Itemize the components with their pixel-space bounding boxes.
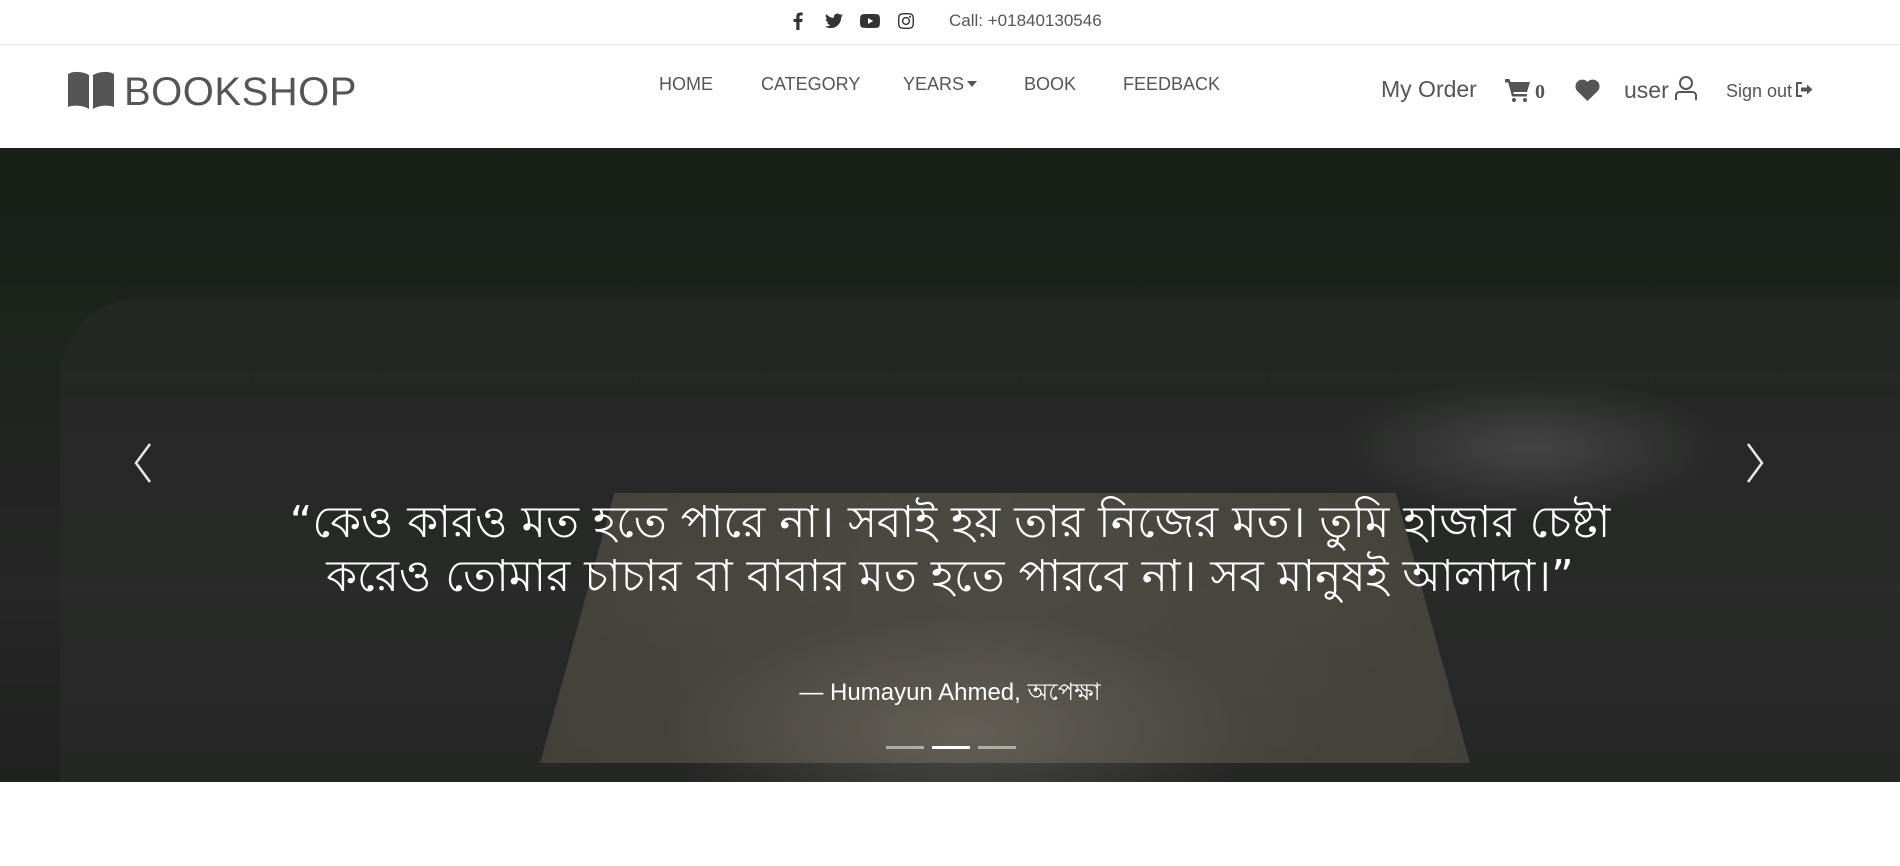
cart-count: 0 (1535, 81, 1545, 103)
chevron-left-icon (134, 443, 152, 483)
carousel-indicator[interactable] (978, 746, 1016, 749)
hero-quote: “কেও কারও মত হতে পারে না। সবাই হয় তার ন… (289, 497, 1611, 602)
social-links (780, 9, 924, 33)
user-label: user (1624, 77, 1669, 103)
top-bar: Call: +01840130546 (0, 0, 1900, 45)
nav-category[interactable]: CATEGORY (761, 74, 860, 95)
nav-feedback[interactable]: FEEDBACK (1123, 74, 1220, 95)
carousel-indicators (886, 746, 1024, 749)
nav-years[interactable]: YEARS (903, 74, 978, 95)
call-text: Call: +01840130546 (949, 11, 1102, 30)
chevron-right-icon (1746, 443, 1764, 483)
sign-out-icon (1796, 81, 1813, 102)
brand-name: BOOKSHOP (124, 70, 357, 114)
user-menu[interactable]: user (1624, 76, 1697, 105)
heart-icon (1575, 79, 1600, 106)
cart-button[interactable]: 0 (1505, 78, 1545, 107)
youtube-icon[interactable] (852, 9, 888, 33)
caret-down-icon (967, 81, 978, 87)
nav-home[interactable]: HOME (659, 74, 713, 95)
carousel-indicator[interactable] (932, 746, 970, 749)
nav-years-label: YEARS (903, 74, 965, 94)
twitter-icon[interactable] (816, 9, 852, 33)
carousel-next-button[interactable] (1736, 438, 1776, 488)
signout-link[interactable]: Sign out (1726, 81, 1813, 102)
hero-carousel: “কেও কারও মত হতে পারে না। সবাই হয় তার ন… (0, 148, 1900, 782)
nav-book[interactable]: BOOK (1024, 74, 1076, 95)
facebook-icon[interactable] (780, 9, 816, 33)
carousel-indicator[interactable] (886, 746, 924, 749)
brand-logo[interactable]: BOOKSHOP (68, 70, 357, 115)
signout-label: Sign out (1726, 81, 1793, 101)
instagram-icon[interactable] (888, 9, 924, 33)
cart-icon (1505, 78, 1531, 107)
open-book-icon (68, 71, 114, 114)
hero-quote-author: — Humayun Ahmed, অপেক্ষা (799, 679, 1101, 706)
user-icon (1674, 76, 1697, 105)
wishlist-button[interactable] (1575, 79, 1600, 106)
my-order-link[interactable]: My Order (1381, 76, 1477, 103)
main-header: BOOKSHOP HOME CATEGORY YEARS BOOK FEEDBA… (0, 46, 1900, 148)
carousel-prev-button[interactable] (122, 438, 162, 488)
